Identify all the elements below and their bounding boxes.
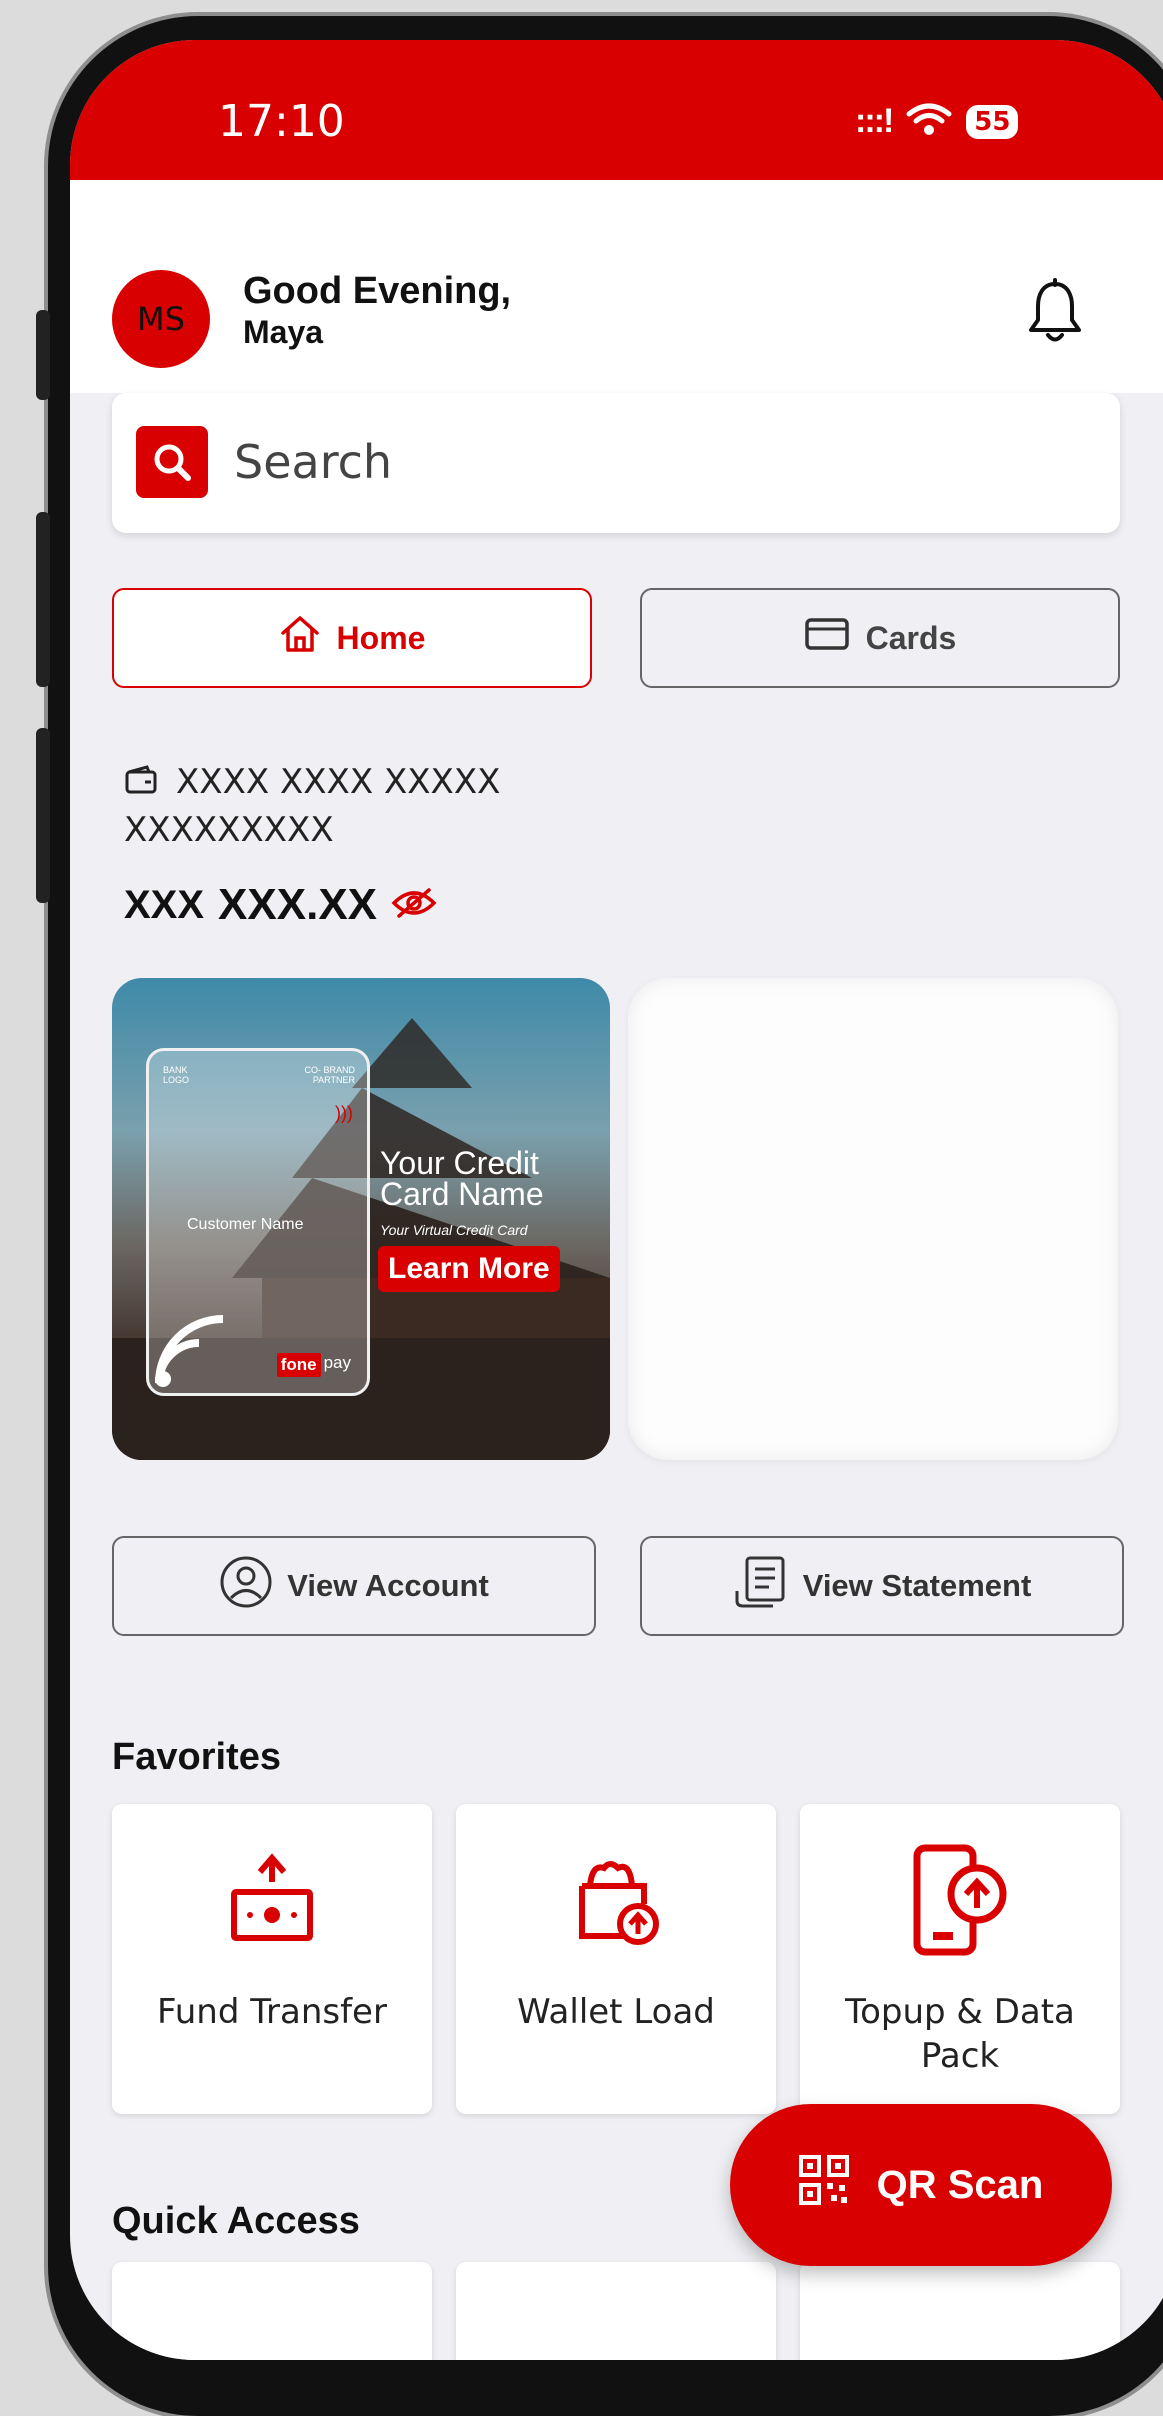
user-circle-icon: [219, 1555, 273, 1617]
fonepay-logo: fone pay: [276, 1353, 351, 1377]
view-account-button[interactable]: View Account: [112, 1536, 596, 1636]
banner-title: Your Credit Card Name: [380, 1145, 544, 1212]
wifi-icon: [906, 102, 952, 141]
home-icon: [279, 614, 321, 662]
avatar[interactable]: MS: [112, 270, 210, 368]
status-time: 17:10: [218, 96, 345, 147]
tab-home-label: Home: [336, 619, 426, 656]
eye-off-icon[interactable]: [391, 886, 437, 925]
fonepay-logo-left: fone: [276, 1353, 321, 1377]
greeting: Good Evening,: [243, 270, 512, 312]
learn-more-button[interactable]: Learn More: [378, 1246, 560, 1292]
quick-access-item[interactable]: [112, 2262, 432, 2360]
statement-icon: [733, 1555, 789, 1617]
app-header: MS Good Evening, Maya: [70, 180, 1163, 393]
fund-transfer-icon: [112, 1852, 432, 1948]
card-customer-name: Customer Name: [187, 1216, 304, 1233]
favorite-label: Wallet Load: [517, 1992, 715, 2032]
banner-subtitle: Your Virtual Credit Card: [380, 1222, 528, 1238]
qr-scan-label: QR Scan: [876, 2162, 1044, 2207]
search-icon: [136, 426, 208, 498]
search-bar[interactable]: Search: [112, 393, 1120, 533]
quick-access-item[interactable]: [800, 2262, 1120, 2360]
promo-banner[interactable]: BANK LOGO CO- BRAND PARTNER ))) Customer…: [112, 978, 610, 1460]
quick-access-item[interactable]: [456, 2262, 776, 2360]
signal-icon: :::!: [855, 102, 894, 140]
app-screen: 17:10 :::! 55 MS Good Evening, Maya Sear…: [70, 40, 1163, 2360]
side-button: [36, 310, 50, 400]
view-statement-label: View Statement: [802, 1568, 1032, 1603]
virtual-card-image: BANK LOGO CO- BRAND PARTNER ))) Customer…: [146, 1048, 370, 1396]
favorite-wallet-load[interactable]: Wallet Load: [456, 1804, 776, 2114]
side-button: [36, 728, 50, 903]
topup-icon: [800, 1842, 1120, 1958]
favorite-label: Topup & Data Pack: [845, 1992, 1075, 2076]
qr-scan-button[interactable]: QR Scan: [730, 2104, 1112, 2266]
favorite-label: Fund Transfer: [157, 1992, 387, 2032]
fonepay-logo-right: pay: [323, 1353, 351, 1372]
account-number-line1: XXXX XXXX XXXXX: [176, 762, 501, 802]
user-name: Maya: [243, 314, 324, 350]
tab-cards-label: Cards: [865, 619, 957, 656]
status-icons: :::! 55: [855, 102, 1019, 141]
tab-cards[interactable]: Cards: [640, 588, 1120, 688]
nfc-icon: ))): [335, 1103, 353, 1123]
favorites-title: Favorites: [112, 1736, 281, 1778]
balance-currency: XXX: [124, 882, 205, 927]
co-brand-logo: CO- BRAND PARTNER: [304, 1065, 355, 1085]
bank-logo: BANK LOGO: [163, 1065, 190, 1085]
search-input[interactable]: Search: [234, 435, 392, 489]
status-bar: 17:10 :::! 55: [70, 40, 1163, 180]
contactless-icon: [155, 1315, 224, 1387]
side-button: [36, 512, 50, 687]
card-icon: [804, 617, 850, 659]
wallet-load-icon: [456, 1852, 776, 1948]
favorite-topup-data-pack[interactable]: Topup & Data Pack: [800, 1804, 1120, 2114]
wallet-icon: [124, 764, 158, 804]
favorite-fund-transfer[interactable]: Fund Transfer: [112, 1804, 432, 2114]
account-number: XXXX XXXX XXXXX: [124, 762, 500, 804]
battery-icon: 55: [966, 104, 1019, 139]
view-account-label: View Account: [287, 1568, 489, 1603]
account-number-line2: XXXXXXXXX: [124, 810, 334, 850]
view-statement-button[interactable]: View Statement: [640, 1536, 1124, 1636]
quick-access-title: Quick Access: [112, 2200, 360, 2242]
tab-home[interactable]: Home: [112, 588, 592, 688]
notification-bell-icon[interactable]: [1025, 278, 1085, 351]
qr-code-icon: [798, 2155, 849, 2215]
promo-banner-placeholder: [628, 978, 1118, 1460]
balance-amount: XXX.XX: [218, 880, 378, 929]
account-balance: XXX XXX.XX: [124, 880, 437, 930]
